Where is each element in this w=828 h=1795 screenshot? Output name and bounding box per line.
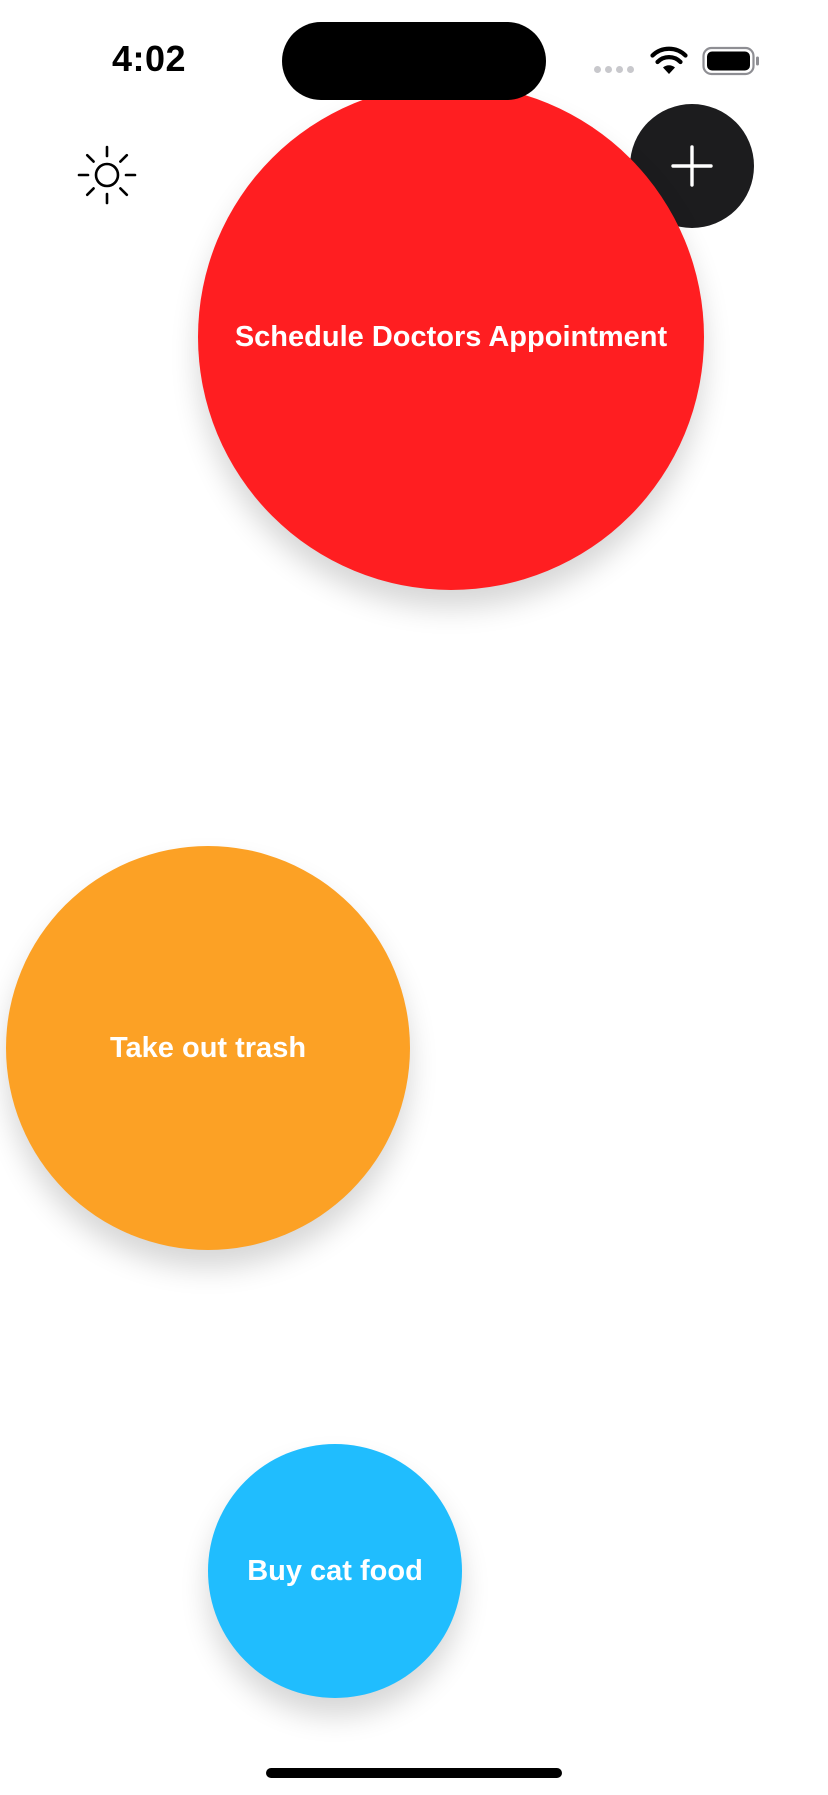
app-screen: 4:02 Schedule Doctors Appointment Take o… (0, 0, 828, 1795)
dynamic-island (282, 22, 546, 100)
task-bubble-label: Buy cat food (247, 1554, 423, 1587)
plus-icon (671, 145, 713, 187)
battery-icon (702, 46, 759, 76)
sun-icon (77, 145, 137, 205)
task-bubble-label: Schedule Doctors Appointment (234, 320, 668, 353)
task-bubble[interactable]: Take out trash (6, 846, 410, 1250)
status-time: 4:02 (112, 38, 187, 79)
task-bubble[interactable]: Schedule Doctors Appointment (198, 84, 704, 590)
home-indicator[interactable] (266, 1768, 562, 1778)
wifi-icon (650, 46, 688, 74)
brightness-toggle-button[interactable] (74, 142, 140, 208)
task-bubble-label: Take out trash (109, 1031, 307, 1064)
signal-dots-icon (594, 66, 634, 73)
task-bubble[interactable]: Buy cat food (208, 1444, 462, 1698)
